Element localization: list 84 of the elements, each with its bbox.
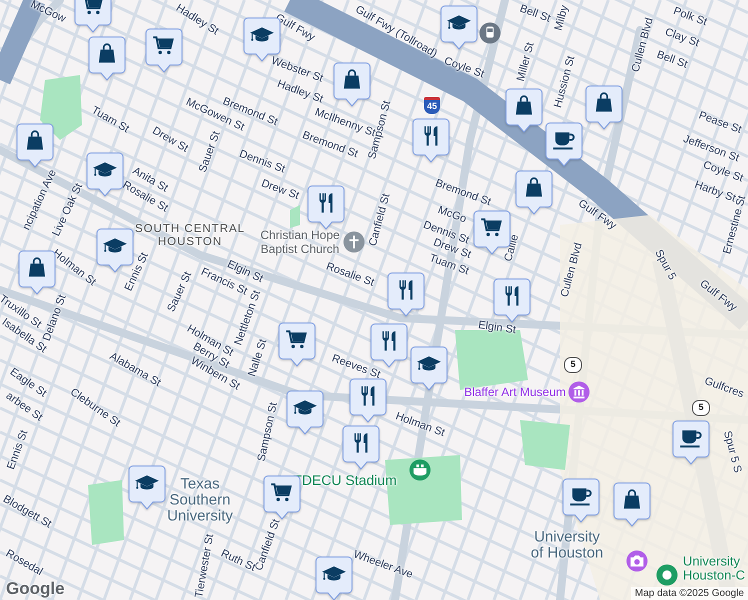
museum-icon[interactable] <box>568 381 590 403</box>
fork-and-knife-icon <box>424 126 438 146</box>
district-label: SOUTH CENTRAL HOUSTON <box>134 222 246 250</box>
shopping-cart-icon <box>153 36 174 54</box>
street-label: Bell St <box>518 2 552 26</box>
shopping-bag-icon <box>624 489 640 509</box>
street-label: Delano St <box>40 293 70 343</box>
street-label: Harby St <box>692 178 738 205</box>
shopping-cart-icon <box>82 0 103 14</box>
street-label: Sampson St <box>256 401 280 463</box>
park-area <box>520 420 570 470</box>
campus-label: University of Houston <box>530 529 604 561</box>
graduation-cap-icon <box>322 566 346 580</box>
shopping-bag-icon <box>526 177 542 197</box>
park-area <box>88 480 124 545</box>
graduation-cap-icon <box>417 356 441 370</box>
shopping-cart-icon <box>481 218 502 236</box>
street-label: Milby <box>552 4 572 32</box>
shopping-bag-icon <box>28 257 46 277</box>
shopping-bag-icon <box>516 95 532 115</box>
street-label: Dennis St <box>237 148 287 176</box>
coffee-cup-icon <box>570 488 592 506</box>
shopping-bag-icon <box>596 92 612 112</box>
google-logo: Google <box>6 580 65 598</box>
shopping-cart-icon <box>271 483 292 502</box>
graduation-cap-icon <box>447 15 471 30</box>
street-label: Live Oak St <box>50 182 86 238</box>
street-label: Gulf Fwy <box>576 197 618 233</box>
street-label: Clay St <box>663 26 701 50</box>
shopping-bag-icon <box>26 130 44 150</box>
graduation-cap-icon <box>250 27 274 42</box>
street-label: Spur 5 S <box>720 430 744 474</box>
street-label: Drew St <box>259 177 301 203</box>
street-label: Bell St <box>654 48 690 72</box>
graduation-cap-icon <box>93 162 117 176</box>
street-label: Ennis St <box>122 250 152 294</box>
street-label: Sauer St <box>165 270 195 314</box>
fork-and-knife-icon <box>399 280 412 300</box>
fork-and-knife-icon <box>505 286 518 306</box>
stadium-icon[interactable] <box>409 459 431 481</box>
fork-and-knife-icon <box>354 433 368 453</box>
park-area <box>40 75 82 140</box>
street-label: Polk St <box>671 5 709 28</box>
street-label: Coyle St <box>442 54 486 82</box>
street-label: Canfield St <box>366 192 394 248</box>
map-marker[interactable] <box>74 0 112 34</box>
cross-icon[interactable] <box>343 231 365 253</box>
street-label: Ennis St <box>5 428 31 472</box>
street-label: Nalle St <box>246 338 270 378</box>
street-label: Spur 5 <box>652 248 678 282</box>
campus-label: Texas Southern University <box>167 476 233 524</box>
street-label: Elgin St <box>477 319 517 337</box>
street-label: Cullen Blvd <box>630 16 656 74</box>
fork-and-knife-icon <box>319 193 332 213</box>
street-label: Hussion St <box>552 54 578 110</box>
bus-icon[interactable] <box>479 22 501 44</box>
map-attribution: Map data ©2025 Google <box>630 587 748 600</box>
fork-and-knife-icon <box>361 386 374 406</box>
location-icon[interactable] <box>656 564 678 586</box>
museum-label: Blaffer Art Museum <box>464 386 566 400</box>
street-label: Sauer St <box>196 130 224 174</box>
coffee-cup-icon <box>680 430 702 448</box>
campus-label: University Houston-C <box>682 554 746 584</box>
park-area <box>290 205 300 228</box>
street-label: Miller St <box>514 41 538 83</box>
shopping-bag-icon <box>344 69 360 89</box>
street-label: Drew St <box>150 124 190 156</box>
graduation-cap-icon <box>135 475 159 490</box>
coffee-cup-icon <box>553 132 575 150</box>
graduation-cap-icon <box>103 238 127 252</box>
shopping-cart-icon <box>286 330 307 348</box>
map-marker[interactable] <box>315 556 353 600</box>
street-label: Pease St <box>697 109 744 136</box>
interstate-shield: 45 <box>424 97 440 114</box>
street-label: Ruth St <box>218 548 258 574</box>
camera-icon[interactable] <box>626 550 648 572</box>
graduation-cap-icon <box>293 400 317 414</box>
place-label: Christian Hope Baptist Church <box>260 229 340 257</box>
street-label: McGo <box>436 204 468 226</box>
street-label: Gulf Fwy <box>697 278 739 314</box>
street-label: Tierwester St <box>193 533 217 599</box>
shopping-bag-icon <box>98 43 116 63</box>
fork-and-knife-icon <box>382 331 396 351</box>
street-label: Cullen Blvd <box>558 242 586 298</box>
